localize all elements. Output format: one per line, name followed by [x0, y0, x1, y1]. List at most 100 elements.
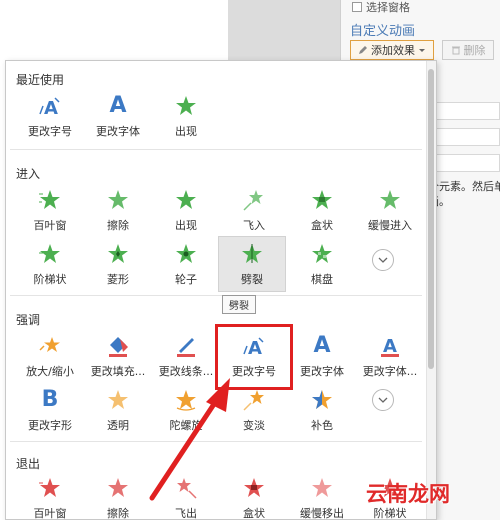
effect-label: 放大/缩小: [26, 365, 74, 378]
effect-item[interactable]: 劈裂: [218, 236, 286, 292]
effect-item[interactable]: 擦除: [84, 183, 152, 239]
selection-pane-item[interactable]: 选择窗格: [352, 0, 410, 14]
complementary-star-icon: [309, 387, 335, 413]
effect-item-selected[interactable]: A 更改字号: [215, 324, 293, 390]
effect-item[interactable]: A 更改字体: [84, 89, 152, 145]
fly-in-star-icon: [241, 187, 267, 213]
green-star-icon: [37, 241, 63, 267]
font-icon: A: [313, 333, 331, 358]
effect-label: 更改字体: [300, 365, 344, 378]
split-star-icon: [239, 241, 265, 267]
grow-shrink-star-icon: [37, 333, 63, 359]
spin-star-icon: [173, 387, 199, 413]
effect-label: 陀螺旋: [169, 419, 203, 432]
effect-item[interactable]: 菱形: [84, 237, 152, 293]
effect-item[interactable]: 陀螺旋: [152, 383, 220, 439]
scrollbar-track[interactable]: [426, 61, 436, 519]
fade-star-icon: [241, 387, 267, 413]
box-star-icon: [241, 475, 267, 501]
section-title-exit: 退出: [16, 457, 41, 471]
effect-item[interactable]: 轮子: [152, 237, 220, 293]
effect-item[interactable]: 百叶窗: [16, 471, 84, 520]
effect-item[interactable]: 阶梯状: [16, 237, 84, 293]
effect-label: 出现: [175, 125, 197, 138]
effect-item[interactable]: A 更改字体...: [356, 329, 424, 385]
effect-item[interactable]: 盒状: [288, 183, 356, 239]
diamond-star-icon: [105, 241, 131, 267]
effect-label: 透明: [107, 419, 129, 432]
effect-item[interactable]: 盒状: [220, 471, 288, 520]
effect-label: 菱形: [107, 273, 129, 286]
effect-item[interactable]: 飞入: [220, 183, 288, 239]
effect-item[interactable]: A 更改字号: [16, 89, 84, 145]
green-star-icon: [173, 187, 199, 213]
effect-item[interactable]: 棋盘: [288, 237, 356, 293]
more-entrance-button[interactable]: [372, 249, 394, 271]
effect-label: 更改填充...: [90, 365, 146, 378]
svg-text:A: A: [44, 98, 58, 118]
svg-text:A: A: [248, 338, 262, 358]
effect-item[interactable]: 缓慢进入: [356, 183, 424, 239]
effect-item[interactable]: 缓慢移出: [288, 471, 356, 520]
watermark-logo: 云南龙网: [366, 482, 450, 506]
effect-label: 百叶窗: [33, 219, 67, 232]
effect-label: 飞出: [175, 507, 197, 520]
effect-item[interactable]: 出现: [152, 89, 220, 145]
effect-label: 擦除: [107, 219, 129, 232]
fly-out-star-icon: [173, 475, 199, 501]
section-title-recent: 最近使用: [16, 73, 65, 87]
property-field[interactable]: [436, 102, 500, 120]
scrollbar-thumb[interactable]: [428, 69, 434, 369]
font-size-icon: A: [241, 333, 267, 359]
effect-item[interactable]: 更改填充...: [84, 329, 152, 385]
effect-label: 补色: [311, 419, 333, 432]
effect-label: 劈裂: [241, 273, 263, 286]
red-star-icon: [37, 475, 63, 501]
hint-text-line: 个元素。然后单: [428, 180, 500, 193]
delete-button[interactable]: 删除: [442, 40, 494, 60]
effect-label: 更改字号: [28, 125, 72, 138]
section-title-emphasis: 强调: [16, 313, 41, 327]
chevron-down-icon: [419, 49, 425, 52]
section-divider: [10, 149, 422, 150]
box-star-icon: [309, 187, 335, 213]
add-effect-dropdown: 最近使用 A 更改字号 A 更改字体 出现 进入 百叶窗 擦除 出现 飞入 盒状…: [5, 60, 437, 520]
pencil-icon: [359, 46, 367, 54]
effect-item[interactable]: 补色: [288, 383, 356, 439]
more-emphasis-button[interactable]: [372, 389, 394, 411]
red-star-icon: [309, 475, 335, 501]
effect-label: 盒状: [243, 507, 265, 520]
effect-item[interactable]: 飞出: [152, 471, 220, 520]
effect-label: 更改字号: [232, 365, 276, 378]
effect-item[interactable]: 出现: [152, 183, 220, 239]
section-title-entrance: 进入: [16, 167, 41, 181]
transparency-star-icon: [105, 387, 131, 413]
effect-label: 盒状: [311, 219, 333, 232]
line-color-icon: [173, 333, 199, 359]
add-effect-label: 添加效果: [371, 44, 415, 57]
add-effect-button[interactable]: 添加效果: [350, 40, 434, 60]
green-star-icon: [377, 187, 403, 213]
effect-item[interactable]: 百叶窗: [16, 183, 84, 239]
custom-animation-title: 自定义动画: [350, 24, 416, 39]
effect-item[interactable]: 变淡: [220, 383, 288, 439]
effect-item[interactable]: 更改线条...: [152, 329, 220, 385]
effect-item[interactable]: 放大/缩小: [16, 329, 84, 385]
trash-icon: [451, 46, 460, 55]
effect-item[interactable]: A 更改字体: [288, 329, 356, 385]
effect-item[interactable]: 擦除: [84, 471, 152, 519]
checkerboard-star-icon: [309, 241, 335, 267]
effect-item[interactable]: 透明: [84, 383, 152, 439]
property-field[interactable]: [436, 128, 500, 146]
effect-label: 缓慢移出: [300, 507, 344, 520]
selection-pane-icon: [352, 2, 362, 12]
font-icon: A: [109, 93, 127, 118]
effect-label: 百叶窗: [33, 507, 67, 520]
delete-label: 删除: [463, 44, 486, 57]
property-field[interactable]: [436, 154, 500, 172]
tooltip: 劈裂: [222, 295, 256, 314]
effect-label: 更改字体...: [362, 365, 418, 378]
effect-item[interactable]: B 更改字形: [16, 383, 84, 439]
effect-label: 更改字形: [28, 419, 72, 432]
red-star-icon: [105, 475, 131, 501]
